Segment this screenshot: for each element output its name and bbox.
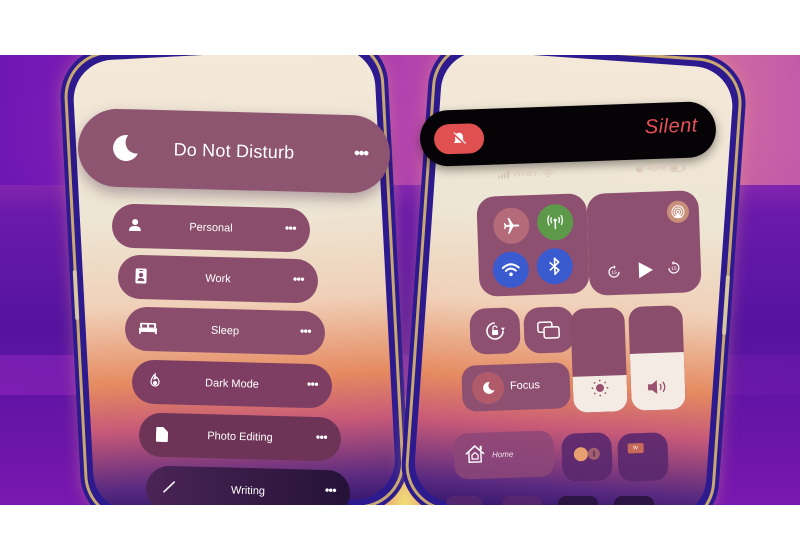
svg-text:15: 15: [611, 270, 617, 276]
airplane-icon: [503, 217, 520, 234]
skip-forward-button[interactable]: 15: [667, 260, 681, 275]
appletv-icon: tv: [627, 442, 644, 454]
battery-icon: [669, 163, 686, 172]
sun-icon: [591, 379, 609, 397]
do-not-disturb-focus[interactable]: Do Not Disturb •••: [77, 107, 391, 195]
rotation-lock-icon: [486, 322, 505, 340]
focus-button[interactable]: Focus: [461, 362, 571, 412]
screen-mirroring-icon: [537, 321, 560, 339]
apple-tv-remote-button[interactable]: [561, 432, 613, 482]
now-playing-module: 15 15: [586, 190, 702, 296]
airplane-mode-toggle[interactable]: [492, 207, 530, 245]
moon-icon: [483, 381, 495, 394]
home-icon: [465, 444, 485, 463]
screen-mirroring-button[interactable]: [523, 306, 575, 354]
home-label: Home: [491, 449, 514, 460]
ring-silent-toggle[interactable]: [433, 122, 485, 155]
wifi-status-icon: [542, 169, 554, 177]
focus-item-more-button[interactable]: •••: [307, 377, 318, 391]
focus-item-more-button[interactable]: •••: [293, 272, 304, 286]
wifi-icon: [501, 263, 520, 277]
wifi-toggle[interactable]: [492, 251, 530, 289]
play-icon: [638, 262, 653, 279]
signal-icon: [498, 169, 510, 179]
bell-slash-icon: [452, 132, 467, 146]
bluetooth-toggle[interactable]: [536, 247, 574, 285]
dnd-more-button[interactable]: •••: [354, 145, 368, 163]
volume-slider[interactable]: [628, 305, 686, 411]
svg-text:15: 15: [671, 266, 677, 272]
focus-label: Focus: [509, 379, 541, 393]
focus-item-photo-editing[interactable]: Photo Editing •••: [138, 412, 342, 462]
silent-label: Silent: [644, 114, 699, 139]
alarm-icon: [635, 165, 643, 173]
focus-item-more-button[interactable]: •••: [285, 221, 296, 235]
speaker-icon: [647, 380, 666, 395]
skip-back-button[interactable]: 15: [607, 265, 621, 279]
home-button[interactable]: Home: [453, 430, 555, 480]
antenna-icon: [547, 214, 564, 230]
bluetooth-icon: [549, 257, 560, 276]
silent-mode-banner: Silent: [419, 100, 717, 168]
airplay-button[interactable]: [666, 200, 690, 224]
remote-icon: [573, 447, 600, 462]
airplay-audio-icon: [671, 205, 685, 219]
battery-percent: 48%: [646, 162, 668, 174]
focus-item-personal[interactable]: Personal •••: [111, 203, 311, 253]
top-margin: [0, 0, 800, 55]
cellular-data-toggle[interactable]: [536, 203, 574, 241]
focus-item-more-button[interactable]: •••: [300, 324, 311, 338]
skip-back-15-icon: 15: [608, 265, 620, 278]
focus-item-dark-mode[interactable]: Dark Mode •••: [131, 359, 333, 409]
focus-item-more-button[interactable]: •••: [325, 483, 336, 497]
carrier-label: AT&T: [513, 167, 539, 180]
focus-item-sleep[interactable]: Sleep •••: [124, 306, 326, 356]
apple-tv-button[interactable]: tv: [617, 432, 669, 482]
focus-item-work[interactable]: Work •••: [117, 254, 319, 304]
bottom-margin: [0, 505, 800, 560]
play-button[interactable]: [635, 260, 656, 281]
connectivity-module: [476, 193, 590, 297]
brightness-slider[interactable]: [570, 307, 628, 413]
focus-item-more-button[interactable]: •••: [316, 430, 327, 444]
focus-item-label: Writing: [230, 484, 266, 498]
orientation-lock-button[interactable]: [469, 307, 521, 355]
skip-forward-15-icon: 15: [668, 260, 680, 274]
